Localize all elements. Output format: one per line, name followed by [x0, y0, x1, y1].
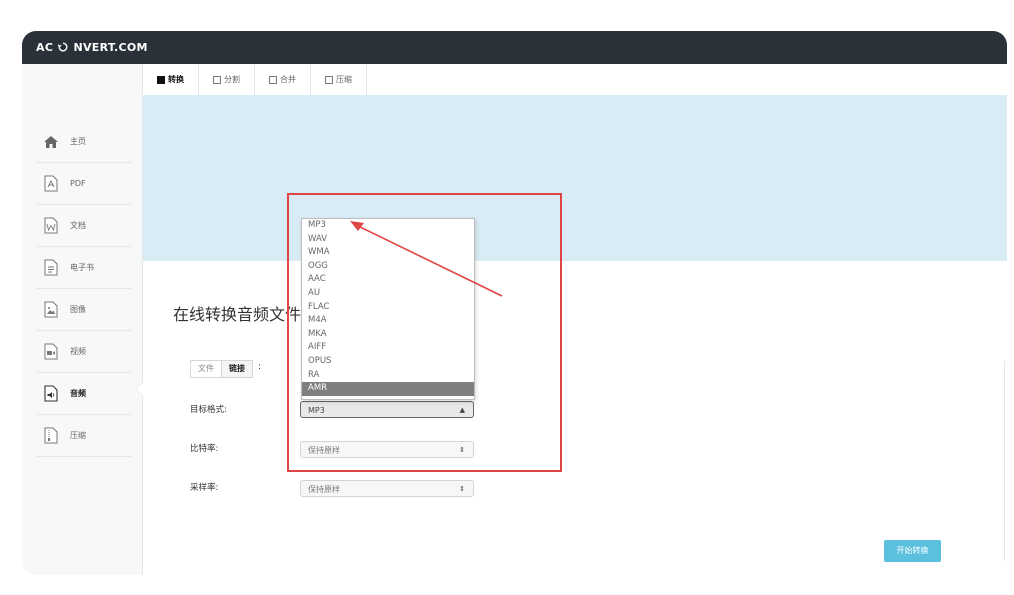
sidebar-item-ebook[interactable]: 电子书 [36, 247, 132, 289]
tab-label: 转换 [168, 75, 184, 84]
sidebar-item-label: 图像 [70, 305, 86, 314]
video-file-icon [42, 343, 60, 361]
archive-file-icon [42, 427, 60, 445]
sidebar-item-document[interactable]: 文档 [36, 205, 132, 247]
tab-merge[interactable]: 合并 [255, 64, 311, 95]
source-link-button[interactable]: 链接 [221, 361, 252, 377]
annotation-arrow [350, 221, 503, 297]
sidebar-item-audio[interactable]: 音频 [36, 373, 132, 415]
tab-label: 合并 [280, 75, 296, 84]
banner-area [143, 95, 1007, 261]
tab-checkbox-icon [213, 75, 221, 84]
site-logo[interactable]: AC NVERT.COM [36, 41, 148, 54]
tab-label: 压缩 [336, 75, 352, 84]
start-convert-button[interactable]: 开始转换 [884, 540, 941, 562]
tab-split[interactable]: 分割 [199, 64, 255, 95]
source-toggle: 文件 链接 [190, 360, 253, 378]
format-label: 目标格式: [190, 405, 227, 415]
sidebar-item-label: PDF [70, 179, 86, 188]
tab-label: 分割 [224, 75, 240, 84]
sidebar-item-label: 电子书 [70, 263, 94, 272]
audio-file-icon [42, 385, 60, 403]
logo-suffix: NVERT.COM [73, 41, 148, 54]
sidebar-item-label: 压缩 [70, 431, 86, 440]
source-colon: : [258, 362, 262, 372]
sidebar-item-label: 视频 [70, 347, 86, 356]
sidebar-item-home[interactable]: 主页 [36, 121, 132, 163]
bitrate-label: 比特率: [190, 444, 219, 454]
home-icon [42, 133, 60, 151]
select-arrows-icon: ⇕ [459, 485, 465, 493]
sidebar-item-image[interactable]: 图像 [36, 289, 132, 331]
tab-checkbox-icon [157, 75, 165, 84]
pdf-file-icon [42, 175, 60, 193]
word-document-icon [42, 217, 60, 235]
image-file-icon [42, 301, 60, 319]
samplerate-select-value: 保持原样 [308, 485, 340, 494]
sidebar-item-label: 主页 [70, 137, 86, 146]
content-divider [1004, 361, 1005, 561]
tab-checkbox-icon [325, 75, 333, 84]
sidebar-item-video[interactable]: 视频 [36, 331, 132, 373]
tab-convert[interactable]: 转换 [143, 64, 199, 95]
samplerate-label: 采样率: [190, 483, 219, 493]
page-title: 在线转换音频文件 [173, 305, 302, 324]
tab-compress[interactable]: 压缩 [311, 64, 367, 95]
tool-tabs: 转换 分割 合并 压缩 [143, 64, 367, 95]
sidebar: 主页 PDF 文档 电子书 图像 视频 音频 压缩 [22, 64, 143, 575]
sidebar-item-label: 文档 [70, 221, 86, 230]
tab-checkbox-icon [269, 75, 277, 84]
logo-prefix: AC [36, 41, 54, 54]
app-window: AC NVERT.COM 主页 PDF 文档 电子书 图像 视频 音频 压缩 转… [22, 31, 1007, 575]
sidebar-item-label: 音频 [70, 389, 86, 398]
samplerate-select[interactable]: 保持原样 ⇕ [300, 480, 474, 497]
sidebar-item-archive[interactable]: 压缩 [36, 415, 132, 457]
source-file-button[interactable]: 文件 [191, 361, 221, 377]
top-bar: AC NVERT.COM [22, 31, 1007, 64]
refresh-logo-icon [58, 42, 68, 52]
sidebar-item-pdf[interactable]: PDF [36, 163, 132, 205]
active-item-pointer [135, 381, 143, 397]
ebook-icon [42, 259, 60, 277]
